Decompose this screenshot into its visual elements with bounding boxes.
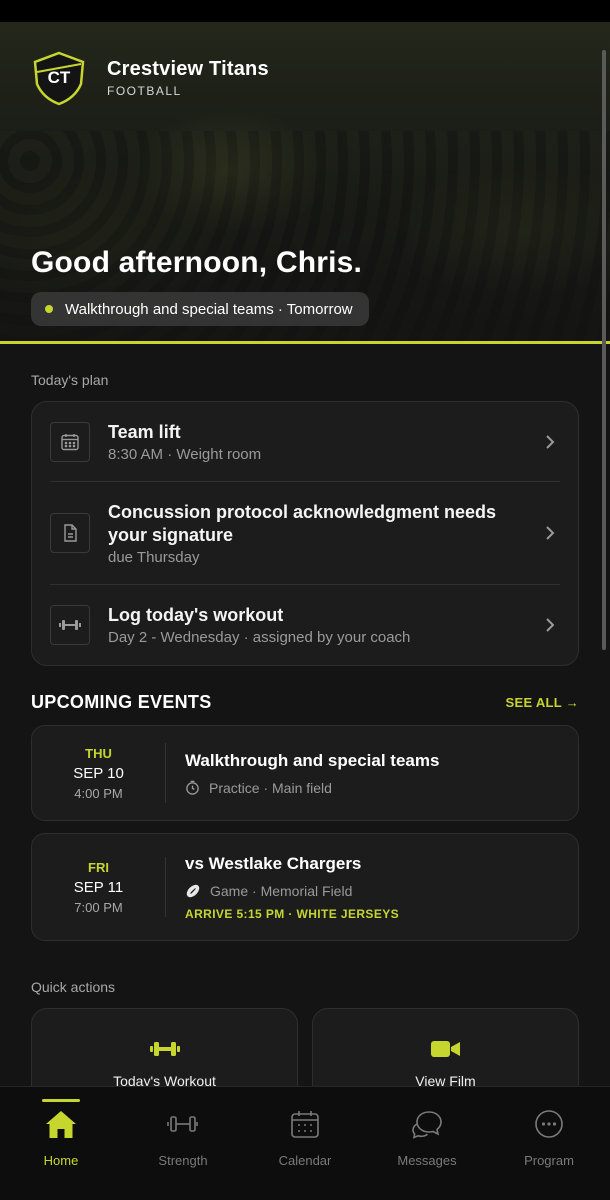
see-all-link[interactable]: SEE ALL → — [506, 695, 580, 710]
tab-strength[interactable]: Strength — [122, 1087, 244, 1200]
scrollbar[interactable] — [602, 50, 606, 650]
quick-action-label: Today's Workout — [113, 1073, 216, 1086]
plan-item-subtitle: Day 2 - Wednesday · assigned by your coa… — [108, 629, 411, 646]
tab-label: Program — [524, 1153, 574, 1168]
home-icon — [44, 1107, 78, 1141]
home-scroll-area[interactable]: CT Crestview Titans FOOTBALL Good aftern… — [0, 22, 610, 1086]
tab-label: Strength — [158, 1153, 208, 1168]
event-weekday: THU — [85, 745, 112, 761]
dumbbell-icon — [50, 605, 90, 645]
event-title: vs Westlake Chargers — [185, 853, 362, 873]
plan-item-log-workout[interactable]: Log today's workout Day 2 - Wednesday · … — [50, 585, 560, 665]
dumbbell-icon — [149, 1042, 180, 1056]
video-camera-icon — [430, 1041, 460, 1057]
todays-plan-label: Today's plan — [31, 372, 109, 388]
status-bar — [0, 0, 610, 22]
team-name: Crestview Titans — [107, 58, 269, 80]
upcoming-events-header: UPCOMING EVENTS SEE ALL → — [31, 692, 579, 713]
event-title: Walkthrough and special teams — [185, 750, 440, 770]
status-dot-icon — [45, 305, 53, 313]
clock-icon — [186, 780, 199, 795]
greeting-heading: Good afternoon, Chris. — [31, 246, 363, 279]
plan-item-subtitle: 8:30 AM · Weight room — [108, 445, 262, 463]
quick-action-view-film[interactable]: View Film — [312, 1008, 579, 1086]
quick-actions-label: Quick actions — [31, 979, 116, 995]
tab-calendar[interactable]: Calendar — [244, 1087, 366, 1200]
next-event-pill[interactable]: Walkthrough and special teams · Tomorrow — [31, 292, 369, 326]
plan-item-team-lift[interactable]: Team lift 8:30 AM · Weight room — [50, 402, 560, 482]
upcoming-events-title: UPCOMING EVENTS — [31, 692, 212, 712]
event-date-block: THU SEP 10 4:00 PM — [32, 743, 166, 803]
team-sport: FOOTBALL — [107, 84, 182, 98]
chevron-right-icon — [546, 618, 555, 632]
football-icon — [186, 884, 200, 897]
event-time: 7:00 PM — [74, 899, 123, 915]
event-date: SEP 11 — [73, 878, 124, 896]
quick-actions-row: Today's Workout View Film — [31, 1008, 579, 1086]
event-arrival-note: ARRIVE 5:15 PM · WHITE JERSEYS — [185, 906, 400, 921]
tab-label: Home — [43, 1153, 79, 1168]
tab-messages[interactable]: Messages — [366, 1087, 488, 1200]
chevron-right-icon — [546, 526, 555, 540]
todays-plan-card: Team lift 8:30 AM · Weight room Concussi… — [31, 401, 579, 666]
calendar-icon — [50, 421, 90, 462]
logo-text: CT — [48, 68, 71, 87]
event-date: SEP 10 — [73, 764, 124, 782]
plan-item-concussion-protocol[interactable]: Concussion protocol acknowledgment needs… — [50, 482, 560, 585]
dumbbell-icon — [166, 1107, 200, 1141]
hero-banner: CT Crestview Titans FOOTBALL Good aftern… — [0, 22, 610, 344]
event-card[interactable]: THU SEP 10 4:00 PM Walkthrough and speci… — [31, 725, 579, 821]
event-meta: Practice · Main field — [209, 779, 332, 796]
team-logo: CT — [31, 50, 87, 106]
quick-action-todays-workout[interactable]: Today's Workout — [31, 1008, 298, 1086]
event-time: 4:00 PM — [74, 785, 123, 801]
tab-label: Messages — [397, 1153, 457, 1168]
more-circle-icon — [532, 1107, 566, 1141]
chevron-right-icon — [546, 434, 555, 449]
tab-label: Calendar — [278, 1153, 332, 1168]
tab-program[interactable]: Program — [488, 1087, 610, 1200]
bottom-tab-bar: Home Strength Calendar Messages Program — [0, 1086, 610, 1200]
team-brand: CT Crestview Titans FOOTBALL — [31, 50, 269, 106]
plan-item-title: Log today's workout — [108, 605, 284, 625]
event-date-block: FRI SEP 11 7:00 PM — [32, 857, 166, 917]
next-event-text: Walkthrough and special teams · Tomorrow — [65, 300, 353, 318]
event-weekday: FRI — [88, 859, 109, 875]
plan-item-subtitle: due Thursday — [108, 548, 200, 566]
plan-item-title: Concussion protocol acknowledgment needs… — [108, 501, 497, 545]
tab-home[interactable]: Home — [0, 1087, 122, 1200]
event-card[interactable]: FRI SEP 11 7:00 PM vs Westlake Chargers … — [31, 833, 579, 941]
event-meta: Game · Memorial Field — [210, 882, 353, 899]
plan-item-title: Team lift — [108, 421, 181, 442]
document-icon — [50, 513, 90, 553]
calendar-icon — [288, 1107, 322, 1141]
quick-action-label: View Film — [415, 1073, 476, 1086]
chat-bubbles-icon — [410, 1107, 444, 1141]
